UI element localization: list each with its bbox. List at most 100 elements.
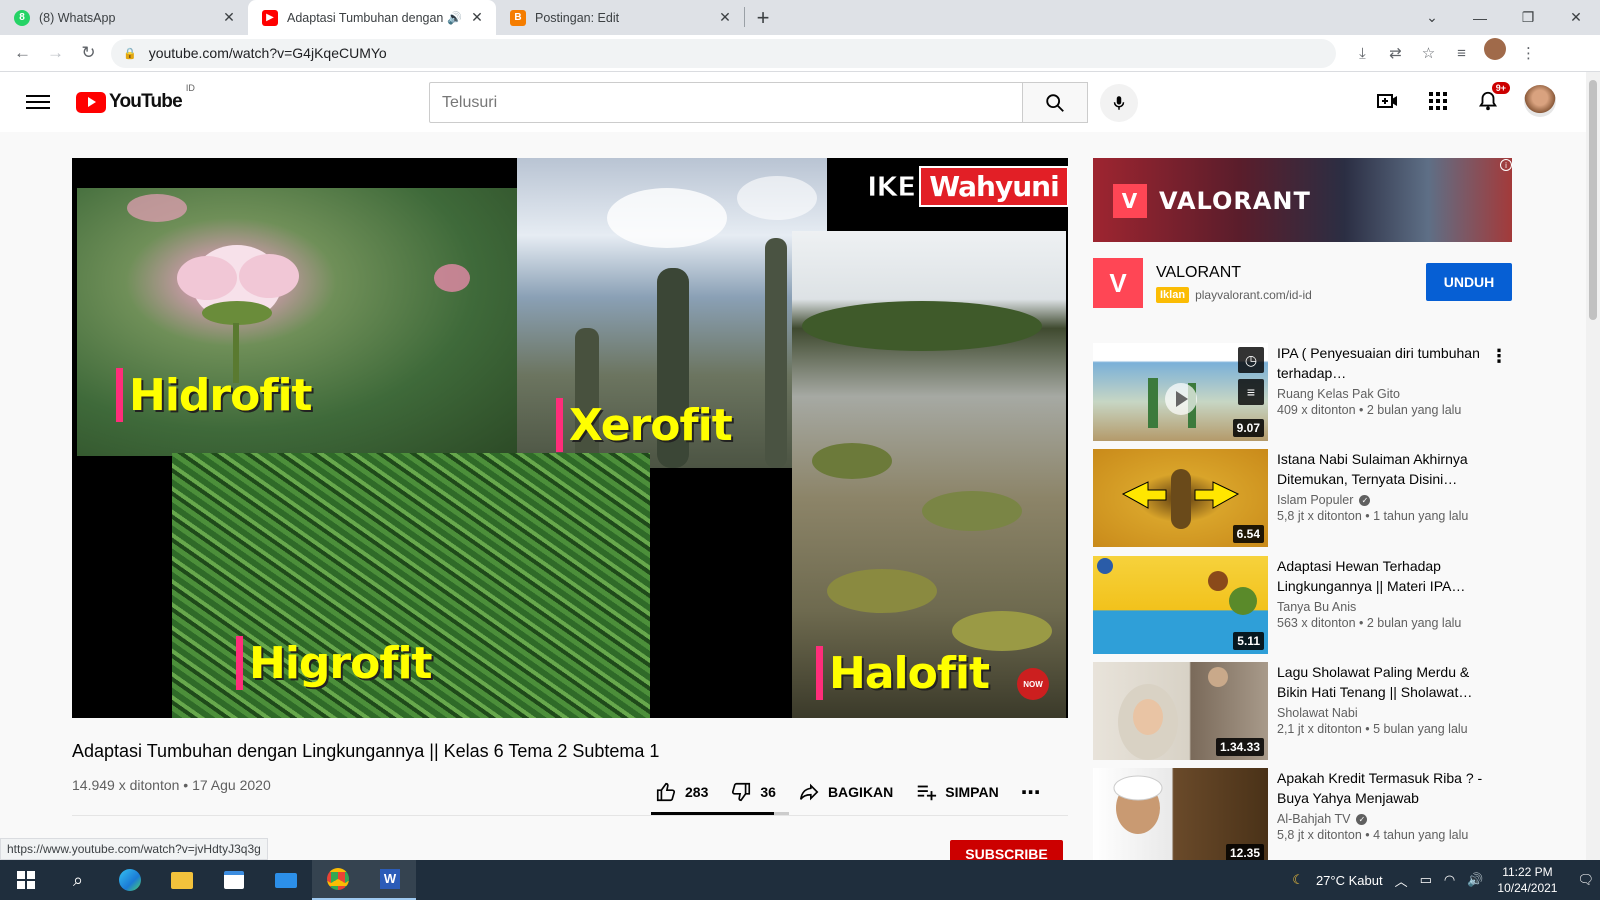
video-thumbnail[interactable]: 6.54 <box>1093 449 1268 547</box>
channel-name[interactable]: Ruang Kelas Pak Gito <box>1277 387 1497 401</box>
tab-blogger[interactable]: B Postingan: Edit ✕ <box>496 0 744 35</box>
volume-icon[interactable]: 🔊 <box>1467 872 1483 888</box>
create-video-icon[interactable] <box>1374 87 1402 115</box>
notifications-bell-icon[interactable]: 9+ <box>1474 82 1510 115</box>
back-button[interactable]: ← <box>6 38 39 68</box>
page-scrollbar[interactable] <box>1586 72 1600 860</box>
video-thumbnail[interactable]: 12.35 <box>1093 768 1268 866</box>
account-avatar[interactable] <box>1524 85 1556 117</box>
ad-download-button[interactable]: UNDUH <box>1426 263 1512 301</box>
microsoft-store-icon[interactable] <box>208 860 260 900</box>
word-icon[interactable]: W <box>364 860 416 900</box>
close-icon[interactable]: ✕ <box>220 9 238 26</box>
more-options-icon[interactable]: ⋮ <box>1490 346 1508 367</box>
mail-icon[interactable] <box>260 860 312 900</box>
recommendation-title[interactable]: IPA ( Penyesuaian diri tumbuhan terhadap… <box>1277 343 1497 383</box>
recommendation-item[interactable]: 5.11 Adaptasi Hewan Terhadap Lingkungann… <box>1093 556 1513 654</box>
channel-name[interactable]: Al-Bahjah TV ✓ <box>1277 812 1497 826</box>
tab-title: Adaptasi Tumbuhan dengan <box>287 10 444 25</box>
video-duration: 5.11 <box>1233 632 1264 650</box>
lock-icon[interactable]: 🔒 <box>123 47 137 60</box>
restore-button[interactable]: ❐ <box>1504 0 1552 35</box>
video-thumbnail[interactable]: 5.11 <box>1093 556 1268 654</box>
recommendation-title[interactable]: Lagu Sholawat Paling Merdu & Bikin Hati … <box>1277 662 1497 702</box>
windows-start-icon[interactable] <box>0 860 52 900</box>
search-icon[interactable]: ⌕ <box>52 860 104 900</box>
window-controls: ⌄ — ❐ ✕ <box>1408 0 1600 35</box>
close-icon[interactable]: ✕ <box>716 9 734 26</box>
windows-taskbar: ⌕ W ☾ 27°C Kabut ︿ ▭ ◠ 🔊 11:22 PM 10/24/… <box>0 860 1600 900</box>
reading-list-icon[interactable]: ≡ <box>1445 38 1478 68</box>
new-tab-button[interactable]: + <box>745 0 781 35</box>
like-button[interactable]: 283 <box>655 774 708 810</box>
search-button[interactable] <box>1023 82 1088 123</box>
subscribe-button[interactable]: SUBSCRIBE <box>950 840 1063 862</box>
youtube-logo[interactable]: YouTube ID <box>76 83 195 113</box>
voice-search-button[interactable] <box>1100 84 1138 122</box>
install-icon[interactable]: ⤓ <box>1346 38 1379 68</box>
apps-grid-icon[interactable] <box>1424 87 1452 115</box>
add-to-queue-icon[interactable]: ≡ <box>1238 379 1264 405</box>
hamburger-menu-icon[interactable] <box>26 95 50 109</box>
recommendation-item[interactable]: 12.35 Apakah Kredit Termasuk Riba ? - Bu… <box>1093 768 1513 866</box>
channel-name-text: Al-Bahjah TV <box>1277 812 1351 826</box>
ad-banner[interactable]: V VALORANT <box>1093 158 1512 242</box>
address-bar[interactable]: 🔒 youtube.com/watch?v=G4jKqeCUMYo <box>111 38 1336 68</box>
video-thumbnail[interactable]: ◷ ≡ 9.07 <box>1093 343 1268 441</box>
system-tray: ☾ 27°C Kabut ︿ ▭ ◠ 🔊 11:22 PM 10/24/2021… <box>1286 860 1600 900</box>
close-window-button[interactable]: ✕ <box>1552 0 1600 35</box>
wifi-icon[interactable]: ◠ <box>1444 872 1455 888</box>
minimize-button[interactable]: — <box>1456 0 1504 35</box>
chrome-icon[interactable] <box>312 860 364 900</box>
video-info: Istana Nabi Sulaiman Akhirnya Ditemukan,… <box>1277 449 1497 547</box>
speaker-icon[interactable]: 🔊 <box>447 11 462 25</box>
watch-later-icon[interactable]: ◷ <box>1238 347 1264 373</box>
video-info: IPA ( Penyesuaian diri tumbuhan terhadap… <box>1277 343 1497 441</box>
battery-icon[interactable]: ▭ <box>1420 872 1432 888</box>
notification-center-icon[interactable]: 🗨 <box>1577 872 1594 888</box>
close-icon[interactable]: ✕ <box>468 9 486 26</box>
translate-icon[interactable]: ⇄ <box>1379 38 1412 68</box>
reload-button[interactable]: ↻ <box>72 38 105 68</box>
recommendation-title[interactable]: Apakah Kredit Termasuk Riba ? - Buya Yah… <box>1277 768 1497 808</box>
file-explorer-icon[interactable] <box>156 860 208 900</box>
watermark-part-2: Wahyuni <box>919 166 1068 207</box>
channel-name[interactable]: Sholawat Nabi <box>1277 706 1497 720</box>
weather-text[interactable]: 27°C Kabut <box>1316 873 1383 888</box>
video-player[interactable]: IKE Wahyuni Hidrofit Xerofit Higrofit Ha… <box>72 158 1068 718</box>
tab-youtube[interactable]: ▶ Adaptasi Tumbuhan dengan 🔊 ✕ <box>248 0 496 35</box>
microphone-icon <box>1113 96 1125 110</box>
tab-whatsapp[interactable]: 8 (8) WhatsApp ✕ <box>0 0 248 35</box>
ad-info-icon[interactable]: i <box>1500 159 1512 171</box>
dislike-button[interactable]: 36 <box>730 774 776 810</box>
recommendation-title[interactable]: Adaptasi Hewan Terhadap Lingkungannya ||… <box>1277 556 1497 596</box>
forward-button[interactable]: → <box>39 38 72 68</box>
recommendation-item[interactable]: 6.54 Istana Nabi Sulaiman Akhirnya Ditem… <box>1093 449 1513 547</box>
clock-time: 11:22 PM <box>1502 865 1553 879</box>
status-bar-url: https://www.youtube.com/watch?v=jvHdtyJ3… <box>0 838 268 860</box>
share-icon <box>799 783 819 801</box>
channel-name[interactable]: Islam Populer ✓ <box>1277 493 1497 507</box>
header-actions: 9+ <box>1374 82 1556 117</box>
save-button[interactable]: SIMPAN <box>915 774 999 810</box>
ad-details[interactable]: V VALORANT Iklan playvalorant.com/id-id … <box>1093 258 1512 308</box>
search-input[interactable] <box>442 93 1022 112</box>
weather-moon-icon[interactable]: ☾ <box>1292 872 1304 888</box>
video-thumbnail[interactable]: 1.34.33 <box>1093 662 1268 760</box>
recommendation-item[interactable]: ◷ ≡ 9.07 IPA ( Penyesuaian diri tumbuhan… <box>1093 343 1513 441</box>
profile-avatar[interactable] <box>1484 38 1506 60</box>
scrollbar-thumb[interactable] <box>1589 80 1597 320</box>
more-actions-button[interactable]: ⋯ <box>1021 774 1041 810</box>
browser-toolbar: ← → ↻ 🔒 youtube.com/watch?v=G4jKqeCUMYo … <box>0 35 1600 72</box>
edge-browser-icon[interactable] <box>104 860 156 900</box>
channel-name[interactable]: Tanya Bu Anis <box>1277 600 1497 614</box>
recommendation-title[interactable]: Istana Nabi Sulaiman Akhirnya Ditemukan,… <box>1277 449 1497 489</box>
chevron-up-icon[interactable]: ︿ <box>1395 871 1408 890</box>
tab-search-icon[interactable]: ⌄ <box>1408 0 1456 35</box>
clock[interactable]: 11:22 PM 10/24/2021 <box>1497 864 1557 896</box>
recommendation-item[interactable]: 1.34.33 Lagu Sholawat Paling Merdu & Bik… <box>1093 662 1513 760</box>
share-button[interactable]: BAGIKAN <box>798 774 893 810</box>
menu-icon[interactable]: ⋮ <box>1512 38 1545 68</box>
bookmark-star-icon[interactable]: ☆ <box>1412 38 1445 68</box>
ad-url-row: Iklan playvalorant.com/id-id <box>1156 286 1312 303</box>
